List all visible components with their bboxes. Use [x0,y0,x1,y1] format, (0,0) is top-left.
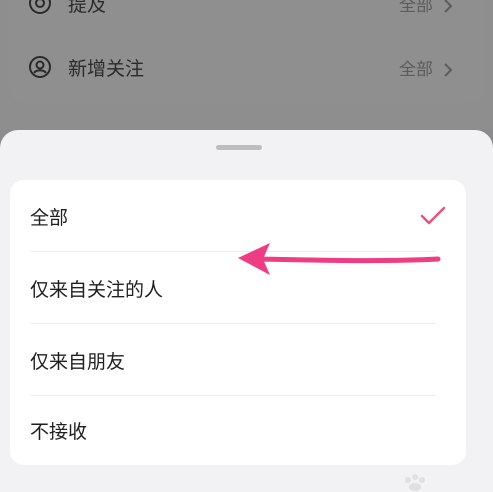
notification-options-card: 全部 仅来自关注的人 仅来自朋友 不接收 [10,180,466,465]
checkmark-icon [420,206,446,226]
annotation-arrow-icon [238,243,441,275]
option-friends-only[interactable]: 仅来自朋友 [10,324,466,396]
new-followers-value: 全部 [399,59,433,80]
option-label: 全部 [30,206,69,229]
new-followers-label: 新增关注 [68,57,145,80]
chevron-right-icon [443,0,453,13]
user-circle-icon [28,55,52,79]
option-label: 不接收 [30,420,88,443]
chevron-right-icon [443,60,453,77]
at-icon [28,0,52,15]
mentions-value: 全部 [399,0,433,16]
option-label: 仅来自关注的人 [30,278,164,301]
option-do-not-receive[interactable]: 不接收 [10,394,466,466]
mentions-row[interactable]: 提及 全部 [28,0,453,20]
sheet-drag-handle[interactable] [216,145,262,150]
watermark-paw-icon [405,474,425,491]
bottom-sheet: 全部 仅来自关注的人 仅来自朋友 不接收 [0,130,493,492]
background-settings-list: 提及 全部 新增关注 全部 [0,0,493,130]
option-label: 仅来自朋友 [30,350,126,373]
new-followers-row[interactable]: 新增关注 全部 [28,50,453,84]
mentions-label: 提及 [68,0,107,16]
